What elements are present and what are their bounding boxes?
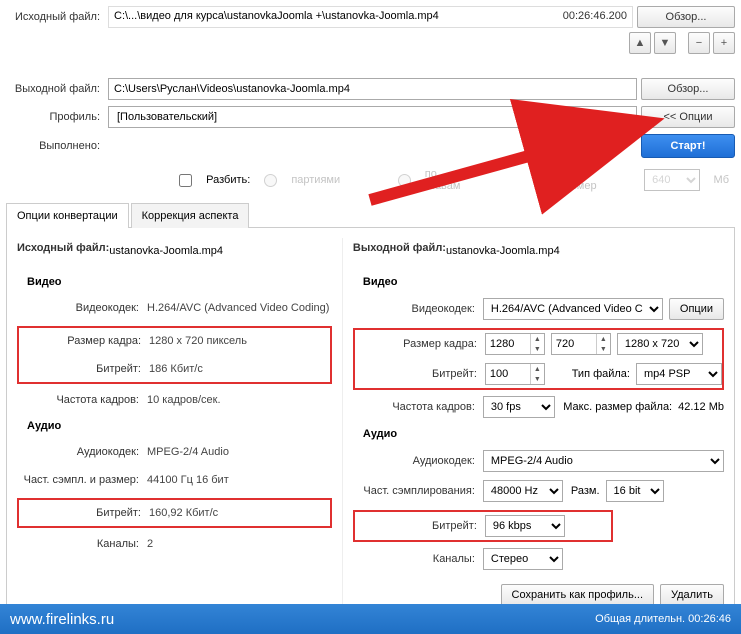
split-batches-label: партиями — [291, 174, 340, 186]
l-abitrate-value: 160,92 Кбит/с — [149, 507, 218, 519]
l-abitrate-label: Битрейт: — [19, 507, 149, 519]
left-audio-header: Аудио — [27, 420, 332, 432]
split-label: Разбить: — [206, 174, 250, 186]
r-ftype-label: Тип файла: — [572, 368, 630, 380]
output-file-label: Выходной файл: — [6, 83, 104, 95]
l-fps-label: Частота кадров: — [17, 394, 147, 406]
codec-options-button[interactable]: Опции — [669, 298, 724, 320]
move-down-button[interactable]: ▼ — [654, 32, 676, 54]
r-maxsize-value: 42.12 Mb — [678, 401, 724, 413]
l-frame-label: Размер кадра: — [19, 335, 149, 347]
sample-size-select[interactable]: 16 bit — [606, 480, 664, 502]
l-bitrate-label: Битрейт: — [19, 363, 149, 375]
move-up-button[interactable]: ▲ — [629, 32, 651, 54]
l-acodec-value: MPEG-2/4 Audio — [147, 446, 229, 458]
frame-preset-select[interactable]: 1280 x 720 — [617, 333, 703, 355]
source-duration: 00:26:46.200 — [563, 10, 627, 24]
video-bitrate-spinner[interactable]: ▲▼ — [485, 363, 545, 385]
r-asample-label: Част. сэмплирования: — [353, 485, 483, 497]
file-type-select[interactable]: mp4 PSP — [636, 363, 722, 385]
output-panel-filename: ustanovka-Joomla.mp4 — [446, 245, 560, 257]
options-button[interactable]: << Опции — [641, 106, 735, 128]
source-file-path: C:\...\видео для курса\ustanovkaJoomla +… — [108, 6, 633, 28]
l-codec-label: Видеокодек: — [17, 302, 147, 314]
delete-button[interactable]: Удалить — [660, 584, 724, 606]
l-bitrate-value: 186 Кбит/с — [149, 363, 203, 375]
done-label: Выполнено: — [6, 140, 104, 152]
sample-rate-select[interactable]: 48000 Hz — [483, 480, 563, 502]
video-codec-select[interactable]: H.264/AVC (Advanced Video C — [483, 298, 663, 320]
frame-height-spinner[interactable]: ▲▼ — [551, 333, 611, 355]
output-panel-label: Выходной файл: — [353, 242, 446, 254]
source-file-label: Исходный файл: — [6, 11, 104, 23]
split-chapters-label: по главам — [425, 168, 475, 192]
split-size-select[interactable]: 640 — [644, 169, 699, 191]
remove-button[interactable]: − — [688, 32, 710, 54]
profile-select[interactable]: [Пользовательский] — [108, 106, 637, 128]
l-fps-value: 10 кадров/сек. — [147, 394, 221, 406]
source-panel-label: Исходный файл: — [17, 242, 109, 254]
source-panel-filename: ustanovka-Joomla.mp4 — [109, 245, 223, 257]
tab-aspect-correction[interactable]: Коррекция аспекта — [131, 203, 250, 228]
r-fps-label: Частота кадров: — [353, 401, 483, 413]
output-file-input[interactable] — [108, 78, 637, 100]
footer-link[interactable]: www.firelinks.ru — [10, 611, 114, 628]
left-video-header: Видео — [27, 276, 332, 288]
browse-output-button[interactable]: Обзор... — [641, 78, 735, 100]
l-frame-value: 1280 x 720 пиксель — [149, 335, 247, 347]
frame-width-spinner[interactable]: ▲▼ — [485, 333, 545, 355]
r-abitrate-label: Битрейт: — [355, 520, 485, 532]
l-acodec-label: Аудиокодек: — [17, 446, 147, 458]
l-chan-label: Каналы: — [17, 538, 147, 550]
right-video-header: Видео — [363, 276, 724, 288]
r-chan-label: Каналы: — [353, 553, 483, 565]
r-bitrate-label: Битрейт: — [355, 368, 485, 380]
r-maxsize-label: Макс. размер файла: — [563, 401, 672, 413]
split-checkbox[interactable] — [179, 174, 192, 187]
right-audio-header: Аудио — [363, 428, 724, 440]
r-frame-label: Размер кадра: — [355, 338, 485, 350]
split-batches-radio[interactable] — [264, 174, 277, 187]
footer-total-duration: Общая длительн. 00:26:46 — [595, 613, 731, 625]
save-as-profile-button[interactable]: Сохранить как профиль... — [501, 584, 654, 606]
audio-bitrate-select[interactable]: 96 kbps — [485, 515, 565, 537]
split-unit: Мб — [714, 174, 729, 186]
start-button[interactable]: Старт! — [641, 134, 735, 158]
add-button[interactable]: + — [713, 32, 735, 54]
browse-source-button[interactable]: Обзор... — [637, 6, 735, 28]
r-asize-label: Разм. — [571, 485, 600, 497]
tab-convert-options[interactable]: Опции конвертации — [6, 203, 129, 228]
l-asample-label: Част. сэмпл. и размер: — [17, 474, 147, 486]
l-asample-value: 44100 Гц 16 бит — [147, 474, 229, 486]
split-chapters-radio[interactable] — [398, 174, 411, 187]
split-limit-radio[interactable] — [533, 174, 546, 187]
channels-select[interactable]: Стерео — [483, 548, 563, 570]
fps-select[interactable]: 30 fps — [483, 396, 555, 418]
r-codec-label: Видеокодек: — [353, 303, 483, 315]
profile-label: Профиль: — [6, 111, 104, 123]
l-codec-value: H.264/AVC (Advanced Video Coding) — [147, 302, 329, 314]
l-chan-value: 2 — [147, 538, 153, 550]
r-acodec-label: Аудиокодек: — [353, 455, 483, 467]
audio-codec-select[interactable]: MPEG-2/4 Audio — [483, 450, 724, 472]
split-limit-label: лимит размер — [560, 168, 630, 192]
